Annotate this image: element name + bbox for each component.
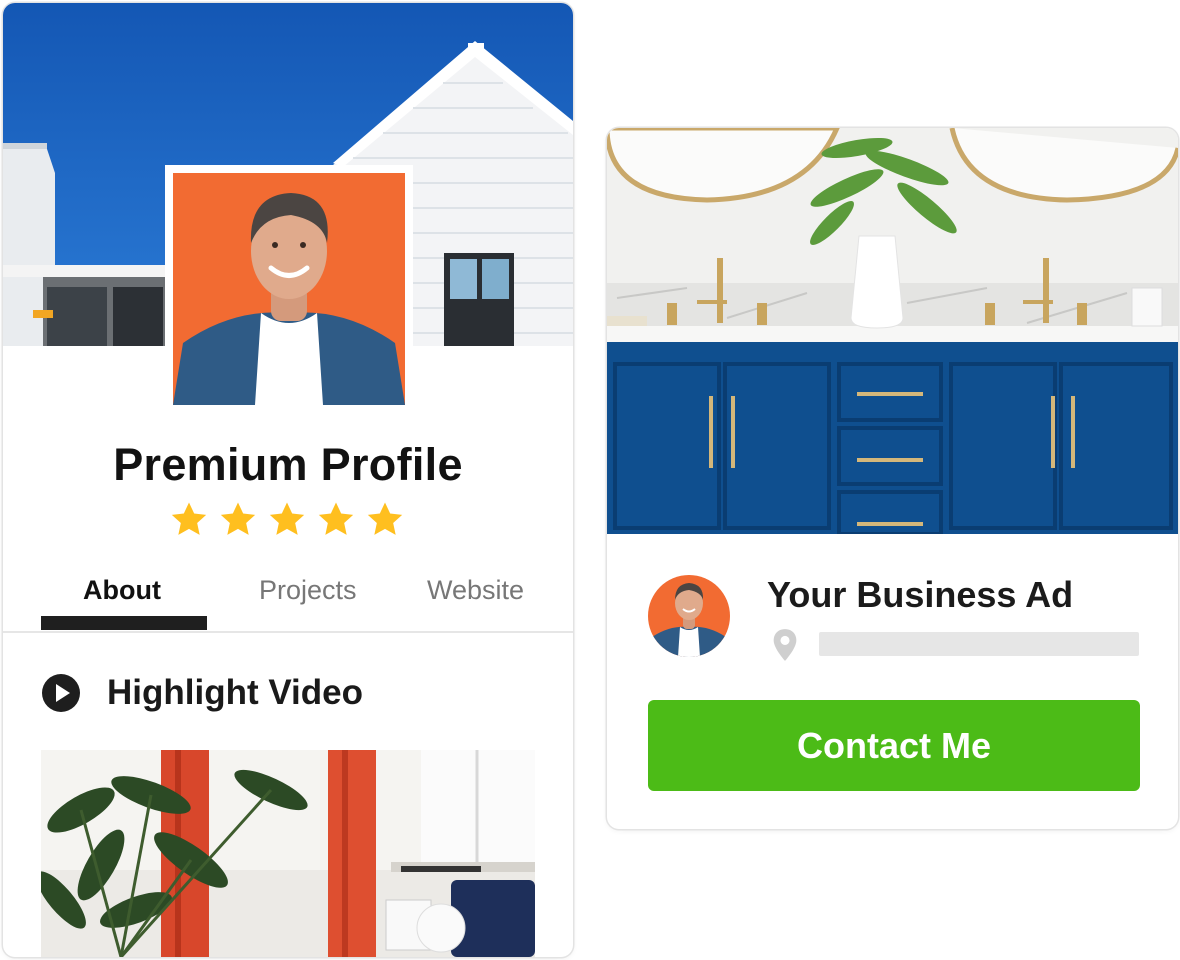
ad-photo <box>607 128 1178 534</box>
star-icon <box>367 502 403 535</box>
profile-avatar <box>165 165 413 413</box>
ad-avatar <box>648 575 730 657</box>
highlight-video-header: Highlight Video <box>41 669 363 717</box>
play-icon[interactable] <box>41 673 81 713</box>
highlight-video-thumbnail[interactable] <box>41 750 535 957</box>
highlight-video-label: Highlight Video <box>107 673 364 712</box>
contact-me-button[interactable]: Contact Me <box>648 700 1140 791</box>
star-icon <box>318 502 354 535</box>
tab-about[interactable]: About <box>83 575 161 606</box>
profile-title: Premium Profile <box>113 439 463 490</box>
star-icon <box>220 502 256 535</box>
rating-stars <box>169 500 405 540</box>
tab-website[interactable]: Website <box>427 575 524 606</box>
tab-projects[interactable]: Projects <box>259 575 357 606</box>
star-icon <box>171 502 207 535</box>
star-icon <box>269 502 305 535</box>
address-placeholder-bar <box>819 632 1139 656</box>
active-tab-indicator <box>41 616 207 630</box>
premium-profile-card: Premium Profile About Projects Website H… <box>3 3 573 957</box>
location-pin-icon <box>773 629 797 661</box>
ad-title: Your Business Ad <box>767 574 1074 615</box>
business-ad-card: Your Business Ad Contact Me <box>607 128 1178 829</box>
